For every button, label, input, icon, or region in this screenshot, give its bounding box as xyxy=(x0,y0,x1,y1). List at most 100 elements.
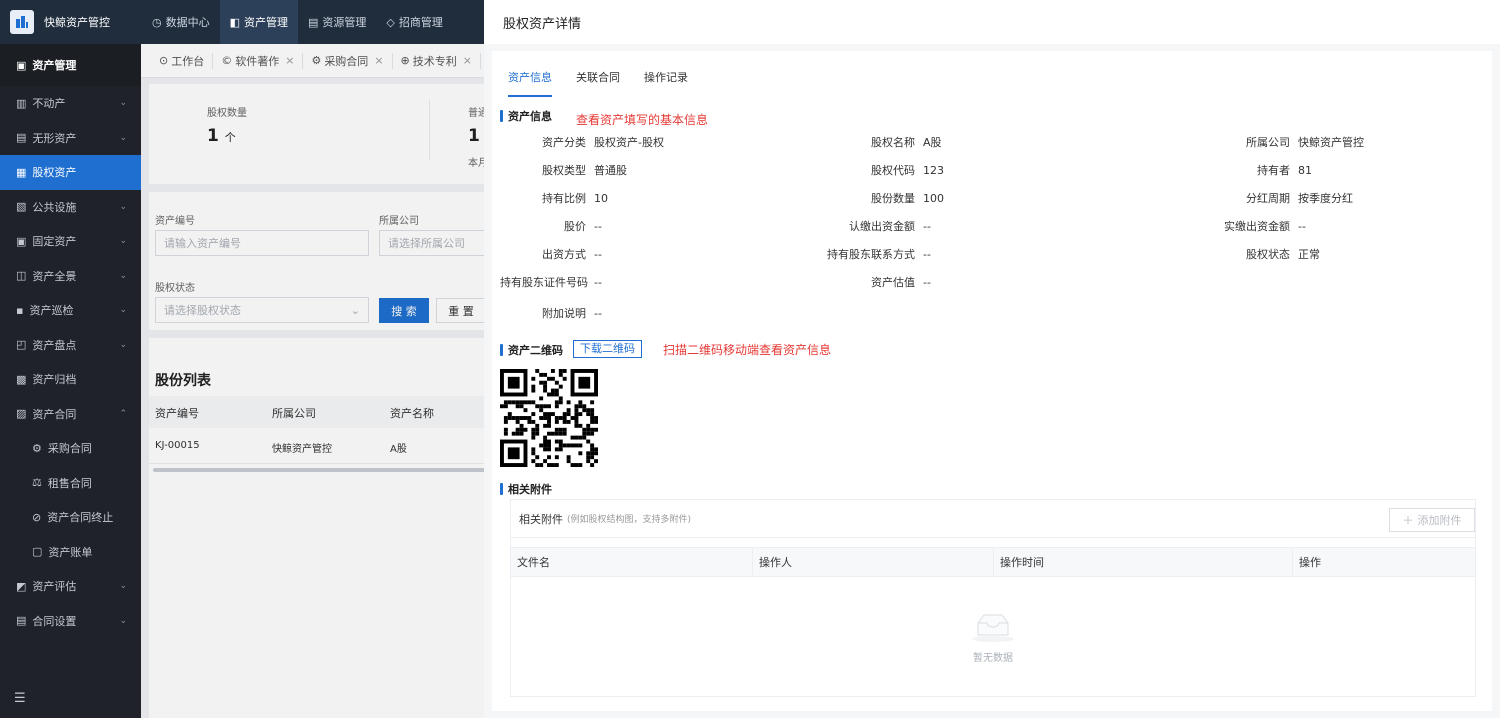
app-name: 快鲸资产管控 xyxy=(44,16,110,29)
sidebar-header[interactable]: ▣ 资产管理 xyxy=(0,44,141,86)
sidebar-item[interactable]: ▦ 股权资产 xyxy=(0,155,141,190)
filter-card: 资产编号 请输入资产编号 所属公司 请选择所属公司 股权状态 请选择股权状态 ⌄ … xyxy=(149,192,484,330)
clock-icon: ◷ xyxy=(152,15,162,29)
close-icon[interactable]: × xyxy=(285,54,294,67)
detail-drawer: 股权资产详情 资产信息 关联合同 操作记录 资产信息 查看资产填写的基本信息 资… xyxy=(484,0,1500,718)
horizontal-scrollbar[interactable] xyxy=(153,468,484,472)
search-button[interactable]: 搜 索 xyxy=(379,298,429,323)
field-value: -- xyxy=(594,248,602,261)
col-action: 操作 xyxy=(1299,556,1321,569)
sidebar-item[interactable]: ▪ 资产巡检 ⌄ xyxy=(0,293,141,328)
sidebar-item[interactable]: ▨ 资产合同 ⌃ xyxy=(0,397,141,432)
drawer-title: 股权资产详情 xyxy=(484,0,1500,44)
sidebar-item[interactable]: ⚙ 采购合同 xyxy=(0,431,141,466)
company-select[interactable]: 请选择所属公司 xyxy=(379,230,484,256)
logo-area[interactable]: 快鲸资产管控 xyxy=(0,0,140,44)
menu-icon: ◰ xyxy=(16,338,27,352)
qr-annotation: 扫描二维码移动端查看资产信息 xyxy=(663,343,832,357)
section-bar xyxy=(500,483,503,495)
sidebar-item[interactable]: ▥ 不动产 ⌄ xyxy=(0,86,141,121)
page-tabs: ⊙ 工作台 © 软件著作 × ⚙ 采购合同 × ⊕ 技术专利 × xyxy=(141,44,484,78)
sidebar-item[interactable]: ◩ 资产评估 ⌄ xyxy=(0,569,141,604)
stat-divider xyxy=(429,100,430,160)
sidebar-item[interactable]: ▩ 资产归档 xyxy=(0,362,141,397)
sidebar-item[interactable]: ⊘ 资产合同终止 xyxy=(0,500,141,535)
tab-label: 采购合同 xyxy=(324,54,369,68)
top-nav: ◷ 数据中心 ◧ 资产管理 ▤ 资源管理 ◇ 招商管理 xyxy=(142,0,453,44)
field-value: 123 xyxy=(923,164,944,177)
menu-icon: ⚙ xyxy=(32,441,42,455)
sidebar-item[interactable]: ⚖ 租售合同 xyxy=(0,466,141,501)
list-card: 股份列表 资产编号 所属公司 资产名称 KJ-00015 快鲸资产管控 A股 xyxy=(149,338,484,718)
status-select[interactable]: 请选择股权状态 ⌄ xyxy=(155,297,369,323)
chevron-down-icon: ⌄ xyxy=(119,132,127,143)
field-label: 股权名称 xyxy=(871,136,915,149)
active-tab-underline xyxy=(508,95,552,97)
reset-button[interactable]: 重 置 xyxy=(436,298,484,323)
sidebar-item[interactable]: ▣ 固定资产 ⌄ xyxy=(0,224,141,259)
field-label: 分红周期 xyxy=(1246,192,1290,205)
menu-icon: ▪ xyxy=(16,303,24,317)
stat-value-2: 1 xyxy=(468,126,480,146)
section-bar xyxy=(500,344,503,356)
field-label: 资产估值 xyxy=(871,276,915,289)
field-value: 100 xyxy=(923,192,944,205)
field-label: 股权代码 xyxy=(871,164,915,177)
sidebar-item-label: 资产盘点 xyxy=(32,338,77,352)
field-value: -- xyxy=(923,276,931,289)
sidebar-item[interactable]: ▤ 无形资产 ⌄ xyxy=(0,121,141,156)
field-value: 快鲸资产管控 xyxy=(1298,136,1364,149)
topnav-label: 数据中心 xyxy=(165,16,210,29)
add-attachment-button[interactable]: ＋ 添加附件 xyxy=(1389,508,1475,532)
attachments-panel: 相关附件 (例如股权结构图，支持多附件) ＋ 添加附件 文件名 操作人 操作时间… xyxy=(510,499,1476,697)
info-field: 股份数量 100 xyxy=(825,190,944,206)
field-label: 持有比例 xyxy=(542,192,586,205)
sidebar-item[interactable]: ◫ 资产全景 ⌄ xyxy=(0,259,141,294)
sidebar-item[interactable]: ▤ 合同设置 ⌄ xyxy=(0,604,141,639)
chevron-down-icon: ⌄ xyxy=(119,581,127,592)
page-tab-1[interactable]: © 软件著作 × xyxy=(213,52,304,69)
info-field: 股权代码 123 xyxy=(825,162,944,178)
menu-icon: ▤ xyxy=(16,614,27,628)
close-icon[interactable]: × xyxy=(463,54,472,67)
info-field: 资产估值 -- xyxy=(825,274,931,290)
close-icon[interactable]: × xyxy=(374,54,383,67)
field-value: 81 xyxy=(1298,164,1312,177)
asset-code-input[interactable]: 请输入资产编号 xyxy=(155,230,369,256)
field-label: 持有者 xyxy=(1257,164,1290,177)
topnav-item-2[interactable]: ▤ 资源管理 xyxy=(298,0,376,44)
row-code: KJ-00015 xyxy=(155,440,200,451)
field-label: 股权类型 xyxy=(542,164,586,177)
menu-icon: ▤ xyxy=(16,131,27,145)
download-qr-button[interactable]: 下载二维码 xyxy=(573,340,642,358)
page-tab-0[interactable]: ⊙ 工作台 xyxy=(151,52,214,69)
sidebar-item-label: 资产巡检 xyxy=(29,304,74,318)
field-label: 资产分类 xyxy=(542,136,586,149)
page-tab-2[interactable]: ⚙ 采购合同 × xyxy=(303,52,393,69)
topnav-label: 招商管理 xyxy=(398,16,443,29)
chevron-up-icon: ⌃ xyxy=(119,408,127,419)
attachments-table-header: 文件名 操作人 操作时间 操作 xyxy=(511,547,1475,577)
topnav-item-1[interactable]: ◧ 资产管理 xyxy=(219,0,299,44)
menu-icon: ▨ xyxy=(16,407,27,421)
tab-asset-info[interactable]: 资产信息 xyxy=(508,69,552,85)
sidebar-header-label: 资产管理 xyxy=(32,59,77,72)
collapse-menu-icon[interactable]: ☰ xyxy=(14,691,26,706)
attachments-hint: (例如股权结构图，支持多附件) xyxy=(567,515,692,525)
table-row[interactable]: KJ-00015 快鲸资产管控 A股 xyxy=(149,428,484,464)
info-field: 认缴出资金额 -- xyxy=(825,218,931,234)
info-field: 股权名称 A股 xyxy=(825,134,942,150)
tab-related-contract[interactable]: 关联合同 xyxy=(576,69,620,85)
info-field: 所属公司 快鲸资产管控 xyxy=(1190,134,1364,150)
sidebar-item[interactable]: ◰ 资产盘点 ⌄ xyxy=(0,328,141,363)
page-tab-3[interactable]: ⊕ 技术专利 × xyxy=(393,52,481,69)
topnav-item-3[interactable]: ◇ 招商管理 xyxy=(376,0,452,44)
stats-card: 股权数量 1 个 普通 1 本月 xyxy=(149,84,484,184)
plus-icon: ＋ xyxy=(1402,514,1414,527)
topnav-item-0[interactable]: ◷ 数据中心 xyxy=(142,0,220,44)
sidebar-item[interactable]: ▧ 公共设施 ⌄ xyxy=(0,190,141,225)
list-col-company: 所属公司 xyxy=(272,407,316,420)
sidebar-item[interactable]: ▢ 资产账单 xyxy=(0,535,141,570)
tab-operation-log[interactable]: 操作记录 xyxy=(644,69,688,85)
field-label: 股权状态 xyxy=(1246,248,1290,261)
